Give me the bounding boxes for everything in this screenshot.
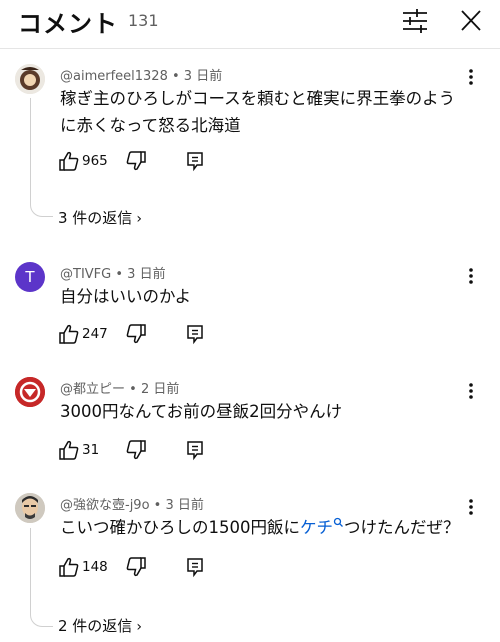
reply-button[interactable] xyxy=(184,439,208,461)
thread-connector xyxy=(30,98,53,217)
more-vert-icon xyxy=(469,268,473,284)
thumbs-down-icon xyxy=(126,440,146,460)
avatar[interactable] xyxy=(15,493,45,523)
comment-time: 3 日前 xyxy=(127,267,166,282)
thumbs-up-icon xyxy=(59,324,79,344)
avatar-letter: T xyxy=(25,268,35,286)
like-button[interactable] xyxy=(58,323,82,345)
comment-meta: @都立ピー • 2 日前 xyxy=(60,378,179,397)
chevron-right-icon: › xyxy=(136,619,142,635)
comment-author[interactable]: @強欲な壺-j9o xyxy=(60,498,150,513)
avatar[interactable]: T xyxy=(15,262,45,292)
meta-separator: • xyxy=(149,498,166,513)
reply-button[interactable] xyxy=(184,323,208,345)
comment-text: 自分はいいのかよ xyxy=(60,287,192,306)
avatar[interactable] xyxy=(15,64,45,94)
search-icon xyxy=(333,517,343,527)
more-vert-icon xyxy=(469,499,473,515)
like-count: 247 xyxy=(82,326,108,342)
dislike-button[interactable] xyxy=(125,150,149,172)
comment-text: 3000円なんてお前の昼飯2回分やんけ xyxy=(60,402,343,421)
comment-author[interactable]: @aimerfeel1328 xyxy=(60,69,168,84)
reply-button[interactable] xyxy=(184,556,208,578)
comment-meta: @強欲な壺-j9o • 3 日前 xyxy=(60,494,204,513)
reply-icon xyxy=(187,152,203,172)
comment-text: 稼ぎ主のひろしがコースを頼むと確実に界王拳のように赤くなって怒る北海道 xyxy=(60,89,456,135)
sliders-icon xyxy=(403,9,427,33)
thumbs-down-icon xyxy=(126,151,146,171)
view-replies-button[interactable]: 2 件の返信 › xyxy=(58,615,142,636)
like-button[interactable] xyxy=(58,439,82,461)
close-button[interactable] xyxy=(456,8,486,34)
reply-icon xyxy=(187,325,203,345)
search-link-text: ケチ xyxy=(300,518,333,537)
comments-header: コメント 131 xyxy=(0,0,500,49)
chevron-right-icon: › xyxy=(136,211,142,227)
thumbs-up-icon xyxy=(59,440,79,460)
reply-button[interactable] xyxy=(184,150,208,172)
comment-item: @都立ピー • 2 日前 3000円なんてお前の昼飯2回分やんけ 31 xyxy=(0,377,500,467)
view-replies-button[interactable]: 3 件の返信 › xyxy=(58,207,142,228)
dislike-button[interactable] xyxy=(125,323,149,345)
comment-text-before: こいつ確かひろしの1500円飯に xyxy=(60,518,300,537)
sort-filter-button[interactable] xyxy=(400,8,430,34)
thumbs-down-icon xyxy=(126,557,146,577)
avatar[interactable] xyxy=(15,377,45,407)
dislike-button[interactable] xyxy=(125,439,149,461)
comment-text-after: つけたんだぜ？ xyxy=(344,518,460,537)
comment-item: T @TIVFG • 3 日前 自分はいいのかよ 247 xyxy=(0,262,500,352)
thread-connector xyxy=(30,528,53,627)
panel-title: コメント xyxy=(18,10,118,38)
reply-icon xyxy=(187,441,203,461)
comment-item: @強欲な壺-j9o • 3 日前 こいつ確かひろしの1500円飯にケチ つけたんだ… xyxy=(0,492,500,642)
like-count: 965 xyxy=(82,153,108,169)
comment-time: 2 日前 xyxy=(140,382,180,397)
comment-time: 3 日前 xyxy=(183,69,223,84)
comment-time: 3 日前 xyxy=(165,498,204,513)
avatar-image xyxy=(15,64,45,94)
avatar-image xyxy=(15,493,45,523)
thumbs-down-icon xyxy=(126,324,146,344)
meta-separator: • xyxy=(111,267,128,282)
reply-icon xyxy=(187,558,203,578)
comment-author[interactable]: @TIVFG xyxy=(60,267,111,282)
comment-meta: @aimerfeel1328 • 3 日前 xyxy=(60,65,222,84)
comment-count: 131 xyxy=(128,11,159,30)
close-icon xyxy=(461,10,481,31)
like-count: 148 xyxy=(82,559,108,575)
comment-text: こいつ確かひろしの1500円飯にケチ つけたんだぜ？ xyxy=(60,514,475,541)
more-options-button[interactable] xyxy=(463,381,479,401)
meta-separator: • xyxy=(167,69,184,84)
more-vert-icon xyxy=(469,69,473,85)
more-options-button[interactable] xyxy=(463,266,479,286)
like-button[interactable] xyxy=(58,556,82,578)
replies-label: 3 件の返信 xyxy=(58,209,133,227)
dislike-button[interactable] xyxy=(125,556,149,578)
more-options-button[interactable] xyxy=(463,67,479,87)
more-vert-icon xyxy=(469,383,473,399)
like-count: 31 xyxy=(82,442,100,458)
more-options-button[interactable] xyxy=(463,497,479,517)
comment-author[interactable]: @都立ピー xyxy=(60,382,125,397)
replies-label: 2 件の返信 xyxy=(58,617,133,635)
thumbs-up-icon xyxy=(59,151,79,171)
comment-meta: @TIVFG • 3 日前 xyxy=(60,263,166,282)
avatar-image xyxy=(15,377,45,407)
search-link[interactable]: ケチ xyxy=(300,517,344,537)
thumbs-up-icon xyxy=(59,557,79,577)
meta-separator: • xyxy=(125,382,141,397)
like-button[interactable] xyxy=(58,150,82,172)
comment-item: @aimerfeel1328 • 3 日前 稼ぎ主のひろしがコースを頼むと確実に… xyxy=(0,62,500,232)
